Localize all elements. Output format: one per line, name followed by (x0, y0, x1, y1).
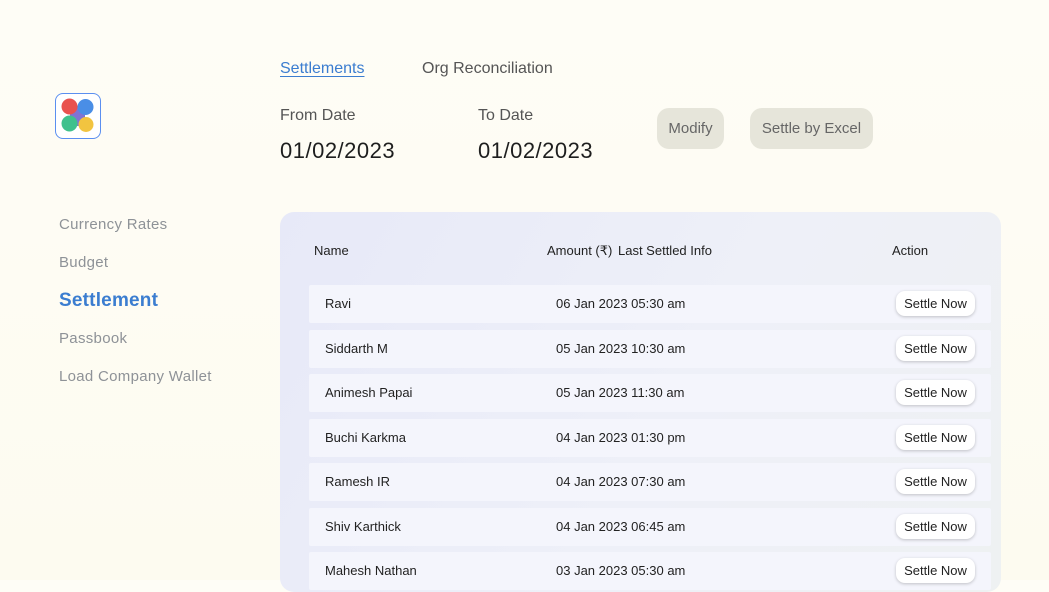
tab-settlements[interactable]: Settlements (280, 60, 364, 78)
table-row: Siddarth M 05 Jan 2023 10:30 am Settle N… (309, 330, 991, 368)
row-name: Shiv Karthick (325, 519, 401, 534)
settle-now-button[interactable]: Settle Now (896, 380, 975, 405)
modify-button[interactable]: Modify (657, 108, 724, 149)
row-name: Ravi (325, 296, 352, 311)
logo-dot-red (61, 98, 78, 115)
row-name: Siddarth M (325, 341, 388, 356)
logo-dot-blue (77, 99, 94, 115)
table-row: Animesh Papai 05 Jan 2023 11:30 am Settl… (309, 374, 991, 412)
sidebar-item-budget[interactable]: Budget (59, 254, 108, 271)
column-header-last-settled: Last Settled Info (618, 243, 712, 258)
row-last-settled: 04 Jan 2023 01:30 pm (556, 430, 686, 445)
tab-org-reconciliation[interactable]: Org Reconciliation (422, 60, 553, 78)
sidebar-item-load-company-wallet[interactable]: Load Company Wallet (59, 368, 212, 385)
to-date-label: To Date (478, 107, 534, 124)
settle-now-button[interactable]: Settle Now (896, 336, 975, 361)
app-logo (55, 93, 101, 139)
column-header-name: Name (314, 243, 349, 258)
logo-dot-green (61, 115, 78, 132)
settle-now-button[interactable]: Settle Now (896, 425, 975, 450)
logo-dot-yellow (78, 117, 94, 132)
settle-now-button[interactable]: Settle Now (896, 469, 975, 494)
row-last-settled: 06 Jan 2023 05:30 am (556, 296, 686, 311)
column-header-action: Action (892, 243, 929, 258)
table-row: Ramesh IR 04 Jan 2023 07:30 am Settle No… (309, 463, 991, 501)
row-name: Mahesh Nathan (325, 563, 417, 578)
from-date-label: From Date (280, 107, 356, 124)
row-name: Buchi Karkma (325, 430, 406, 445)
table-row: Ravi 06 Jan 2023 05:30 am Settle Now (309, 285, 991, 323)
row-last-settled: 04 Jan 2023 06:45 am (556, 519, 686, 534)
settle-now-button[interactable]: Settle Now (896, 514, 975, 539)
sidebar-item-currency-rates[interactable]: Currency Rates (59, 216, 167, 233)
sidebar-item-settlement[interactable]: Settlement (59, 290, 158, 312)
row-last-settled: 05 Jan 2023 10:30 am (556, 341, 686, 356)
row-last-settled: 05 Jan 2023 11:30 am (556, 385, 685, 400)
table-row: Buchi Karkma 04 Jan 2023 01:30 pm Settle… (309, 419, 991, 457)
settle-now-button[interactable]: Settle Now (896, 558, 975, 583)
settle-by-excel-button[interactable]: Settle by Excel (750, 108, 873, 149)
column-header-amount: Amount (₹) (547, 243, 613, 258)
settlement-table: Name Amount (₹) Last Settled Info Action… (280, 212, 1001, 592)
table-row: Shiv Karthick 04 Jan 2023 06:45 am Settl… (309, 508, 991, 546)
table-row: Mahesh Nathan 03 Jan 2023 05:30 am Settl… (309, 552, 991, 590)
four-dots-logo-icon (61, 98, 94, 132)
sidebar-item-passbook[interactable]: Passbook (59, 330, 127, 347)
row-last-settled: 03 Jan 2023 05:30 am (556, 563, 686, 578)
row-last-settled: 04 Jan 2023 07:30 am (556, 474, 686, 489)
from-date-value[interactable]: 01/02/2023 (280, 138, 395, 164)
settle-now-button[interactable]: Settle Now (896, 291, 975, 316)
to-date-value[interactable]: 01/02/2023 (478, 138, 593, 164)
row-name: Ramesh IR (325, 474, 391, 489)
row-name: Animesh Papai (325, 385, 413, 400)
